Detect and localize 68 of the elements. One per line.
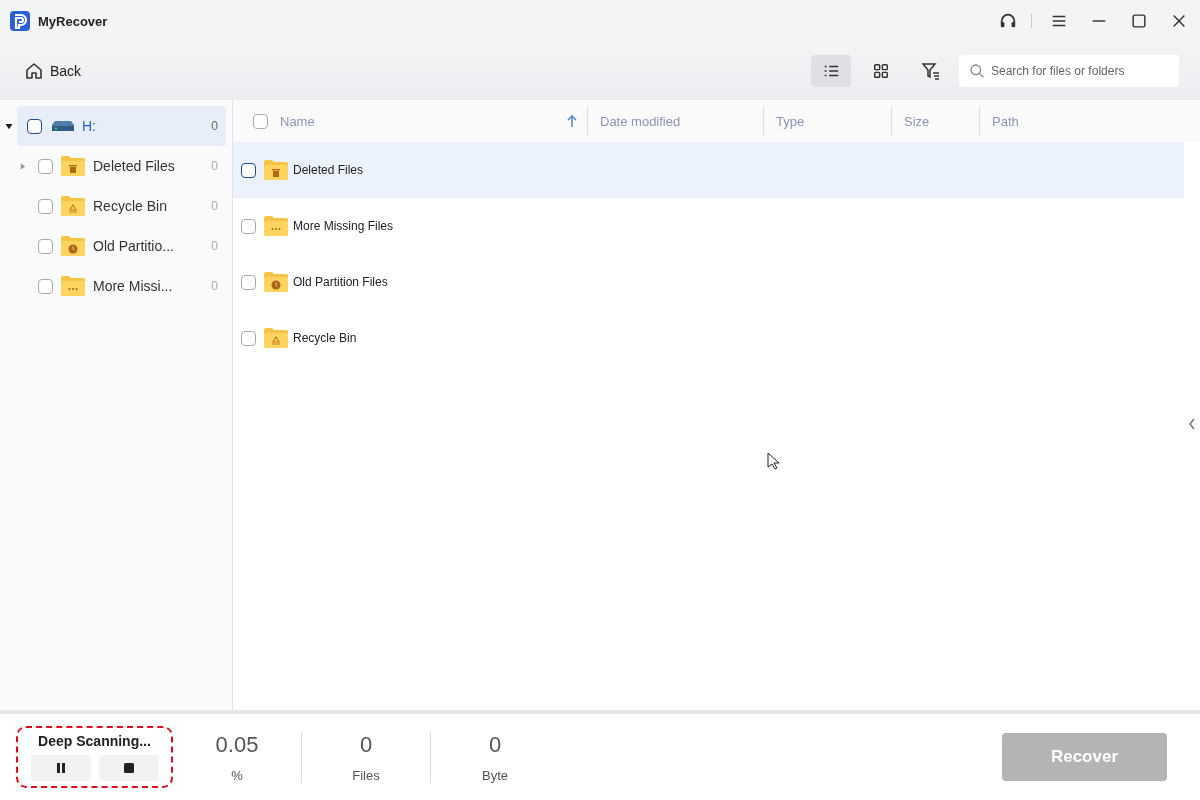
stat-value: 0 bbox=[359, 731, 373, 758]
tree-label: Old Partitio... bbox=[93, 238, 175, 254]
stop-button[interactable] bbox=[98, 755, 159, 781]
checkbox[interactable] bbox=[38, 238, 53, 254]
pause-button[interactable] bbox=[30, 755, 91, 781]
headset-icon[interactable] bbox=[999, 12, 1017, 30]
folder-clock-icon bbox=[264, 272, 288, 292]
file-name: Old Partition Files bbox=[293, 275, 388, 289]
tree-label: Recycle Bin bbox=[93, 198, 168, 214]
file-name: More Missing Files bbox=[293, 219, 394, 233]
expand-arrow-icon[interactable] bbox=[5, 122, 13, 130]
folder-recycle-icon bbox=[264, 328, 288, 348]
checkbox[interactable] bbox=[241, 162, 256, 178]
folder-recycle-icon bbox=[61, 196, 85, 216]
tree-item[interactable]: Deleted Files 0 bbox=[0, 146, 226, 186]
tree-label: Deleted Files bbox=[93, 158, 176, 174]
checkbox[interactable] bbox=[241, 218, 256, 234]
file-name: Deleted Files bbox=[293, 163, 364, 177]
checkbox[interactable] bbox=[38, 278, 53, 294]
stat-unit: % bbox=[231, 767, 243, 783]
file-row[interactable]: More Missing Files bbox=[233, 198, 1184, 254]
folder-dots-icon bbox=[61, 276, 85, 296]
close-icon[interactable] bbox=[1170, 12, 1188, 30]
drive-icon bbox=[52, 121, 74, 131]
mouse-cursor-icon bbox=[767, 452, 779, 470]
stat-value: 0 bbox=[488, 731, 502, 758]
folder-trash-icon bbox=[264, 160, 288, 180]
chevron-left-icon[interactable] bbox=[1188, 418, 1196, 430]
item-count: 0 bbox=[211, 279, 218, 293]
tree-label: More Missi... bbox=[93, 278, 174, 294]
folder-trash-icon bbox=[61, 156, 85, 176]
file-row[interactable]: Deleted Files bbox=[233, 142, 1184, 198]
checkbox[interactable] bbox=[241, 330, 256, 346]
search-icon bbox=[969, 63, 985, 79]
checkbox[interactable] bbox=[38, 198, 53, 214]
maximize-icon[interactable] bbox=[1130, 12, 1148, 30]
window-title: MyRecover bbox=[38, 13, 108, 29]
checkbox[interactable] bbox=[241, 274, 256, 290]
tree-item[interactable]: Old Partitio... 0 bbox=[0, 226, 226, 266]
checkbox[interactable] bbox=[27, 118, 42, 134]
pause-icon bbox=[54, 762, 67, 774]
file-row[interactable]: Old Partition Files bbox=[233, 254, 1184, 310]
stat-unit: Files bbox=[352, 767, 380, 783]
folder-clock-icon bbox=[61, 236, 85, 256]
stat-unit: Byte bbox=[482, 767, 508, 783]
filter-icon[interactable] bbox=[921, 61, 941, 81]
tree-item[interactable]: More Missi... 0 bbox=[0, 266, 226, 306]
tree-item[interactable]: Recycle Bin 0 bbox=[0, 186, 226, 226]
select-all-checkbox[interactable] bbox=[253, 113, 268, 129]
stat-value: 0.05 bbox=[215, 731, 259, 758]
grid-icon bbox=[872, 62, 890, 80]
checkbox[interactable] bbox=[38, 158, 53, 174]
file-name: Recycle Bin bbox=[293, 331, 357, 345]
list-view-button[interactable] bbox=[811, 55, 851, 87]
sort-arrow-icon bbox=[567, 115, 577, 127]
item-count: 0 bbox=[211, 119, 218, 133]
item-count: 0 bbox=[211, 239, 218, 253]
scan-status: Deep Scanning... bbox=[38, 733, 151, 749]
app-logo-icon bbox=[10, 11, 30, 31]
file-row[interactable]: Recycle Bin bbox=[233, 310, 1184, 366]
home-icon bbox=[24, 61, 44, 81]
back-button[interactable]: Back bbox=[24, 61, 82, 81]
tree-label: H: bbox=[82, 118, 97, 134]
item-count: 0 bbox=[211, 199, 218, 213]
search-field[interactable]: Search for files or folders bbox=[959, 55, 1179, 87]
item-count: 0 bbox=[211, 159, 218, 173]
stop-icon bbox=[122, 762, 135, 774]
folder-dots-icon bbox=[264, 216, 288, 236]
